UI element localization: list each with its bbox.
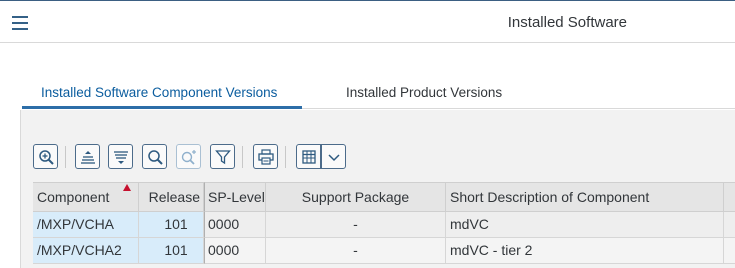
column-header-component[interactable]: Component: [33, 182, 139, 212]
component-panel: Component Release SP-Level Support Packa…: [20, 110, 735, 268]
tab-software-component-versions[interactable]: Installed Software Component Versions: [22, 83, 302, 109]
column-header-support-package[interactable]: Support Package: [266, 182, 446, 212]
column-header-sp-level[interactable]: SP-Level: [204, 182, 266, 212]
column-header-label: Component: [37, 189, 110, 205]
sort-ascending-icon: [81, 151, 95, 164]
toolbar-separator: [242, 146, 243, 168]
find-next-button[interactable]: [176, 144, 201, 169]
filter-icon: [215, 150, 231, 165]
find-button[interactable]: [142, 144, 167, 169]
sort-descending-icon: [114, 151, 128, 164]
tab-product-versions[interactable]: Installed Product Versions: [346, 83, 502, 109]
filter-button[interactable]: [210, 144, 235, 169]
chevron-down-icon: [328, 154, 340, 162]
table-cell-filler: [724, 212, 735, 238]
table-cell-description[interactable]: mdVC: [446, 212, 724, 238]
table-cell-support-package[interactable]: -: [266, 238, 446, 264]
table-cell-support-package[interactable]: -: [266, 212, 446, 238]
sort-ascending-indicator-icon: [123, 184, 131, 191]
layout-grid-icon: [302, 150, 316, 164]
layout-dropdown-button[interactable]: [321, 144, 346, 169]
table-cell-sp-level[interactable]: 0000: [204, 212, 266, 238]
column-header-description[interactable]: Short Description of Component: [446, 182, 724, 212]
column-header-filler: [724, 182, 735, 212]
table-cell-description[interactable]: mdVC - tier 2: [446, 238, 724, 264]
table-cell-release[interactable]: 101: [139, 238, 204, 264]
table-cell-filler: [724, 238, 735, 264]
find-icon: [148, 150, 163, 165]
toolbar-separator: [285, 146, 286, 168]
shell-header: Installed Software: [0, 0, 735, 43]
toolbar-separator: [65, 146, 66, 168]
table-cell-component[interactable]: /MXP/VCHA2: [33, 238, 139, 264]
sort-descending-button[interactable]: [108, 144, 133, 169]
column-header-release[interactable]: Release: [139, 182, 204, 212]
print-button[interactable]: [253, 144, 278, 169]
zoom-details-icon: [39, 150, 54, 165]
table-cell-release[interactable]: 101: [139, 212, 204, 238]
sort-ascending-button[interactable]: [75, 144, 100, 169]
find-next-icon: [181, 150, 196, 165]
zoom-details-button[interactable]: [33, 144, 58, 169]
page-title: Installed Software: [507, 14, 627, 31]
table-cell-component[interactable]: /MXP/VCHA: [33, 212, 139, 238]
tab-bar: Installed Software Component Versions In…: [22, 83, 735, 109]
table-cell-sp-level[interactable]: 0000: [204, 238, 266, 264]
print-icon: [258, 149, 274, 165]
layout-button[interactable]: [296, 144, 321, 169]
